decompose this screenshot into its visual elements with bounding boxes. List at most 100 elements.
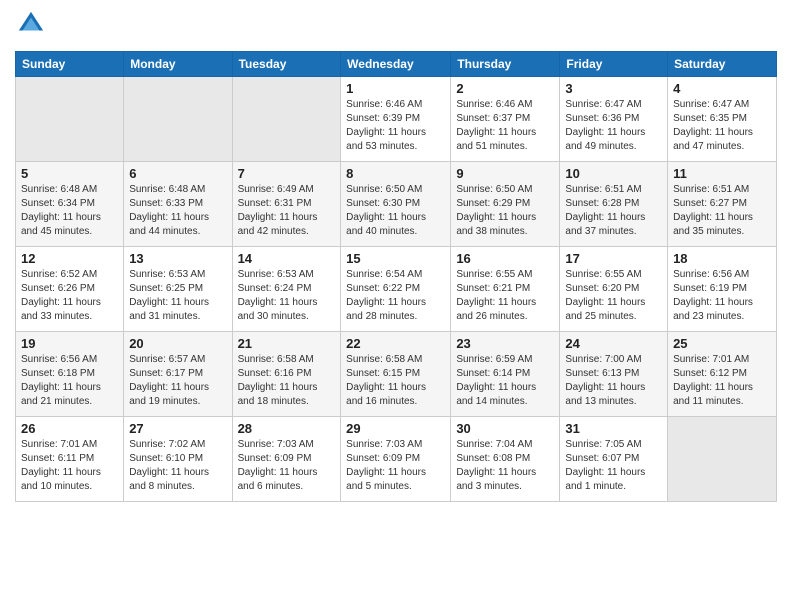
calendar-cell: 13 Sunrise: 6:53 AM Sunset: 6:25 PM Dayli…	[124, 247, 232, 332]
day-info: Sunrise: 6:56 AM Sunset: 6:18 PM Dayligh…	[21, 353, 118, 409]
calendar-cell: 2Sunrise: 6:46 AM Sunset: 6:37 PM Daylig…	[451, 77, 560, 162]
day-number: 17	[565, 251, 662, 266]
day-number: 6	[129, 166, 226, 181]
calendar-cell: 23Sunrise: 6:59 AM Sunset: 6:14 PM Dayli…	[451, 332, 560, 417]
calendar-cell: 28 Sunrise: 7:03 AM Sunset: 6:09 PM Dayli…	[232, 417, 341, 502]
calendar-cell: 19 Sunrise: 6:56 AM Sunset: 6:18 PM Dayli…	[16, 332, 124, 417]
calendar-cell: 11 Sunrise: 6:51 AM Sunset: 6:27 PM Dayli…	[668, 162, 777, 247]
logo	[15, 10, 45, 43]
day-number: 2	[456, 81, 554, 96]
day-info: Sunrise: 6:53 AM Sunset: 6:25 PM Dayligh…	[129, 268, 226, 324]
calendar-cell	[668, 417, 777, 502]
calendar-week-3: 19 Sunrise: 6:56 AM Sunset: 6:18 PM Dayli…	[16, 332, 777, 417]
day-info: Sunrise: 7:03 AM Sunset: 6:09 PM Dayligh…	[346, 438, 445, 494]
calendar-cell: 31 Sunrise: 7:05 AM Sunset: 6:07 PM Dayli…	[560, 417, 668, 502]
day-number: 5	[21, 166, 118, 181]
calendar-cell: 26 Sunrise: 7:01 AM Sunset: 6:11 PM Dayli…	[16, 417, 124, 502]
calendar-cell: 18 Sunrise: 6:56 AM Sunset: 6:19 PM Dayli…	[668, 247, 777, 332]
day-info: Sunrise: 7:03 AM Sunset: 6:09 PM Dayligh…	[238, 438, 336, 494]
day-info: Sunrise: 6:55 AM Sunset: 6:20 PM Dayligh…	[565, 268, 662, 324]
day-number: 24	[565, 336, 662, 351]
calendar-cell: 14 Sunrise: 6:53 AM Sunset: 6:24 PM Dayli…	[232, 247, 341, 332]
day-number: 23	[456, 336, 554, 351]
calendar-cell: 5 Sunrise: 6:48 AM Sunset: 6:34 PM Daylig…	[16, 162, 124, 247]
day-number: 29	[346, 421, 445, 436]
day-number: 25	[673, 336, 771, 351]
calendar-cell: 21Sunrise: 6:58 AM Sunset: 6:16 PM Dayli…	[232, 332, 341, 417]
page: SundayMondayTuesdayWednesdayThursdayFrid…	[0, 0, 792, 612]
day-info: Sunrise: 7:05 AM Sunset: 6:07 PM Dayligh…	[565, 438, 662, 494]
calendar-cell: 15Sunrise: 6:54 AM Sunset: 6:22 PM Dayli…	[341, 247, 451, 332]
day-info: Sunrise: 6:49 AM Sunset: 6:31 PM Dayligh…	[238, 183, 336, 239]
calendar-cell: 29 Sunrise: 7:03 AM Sunset: 6:09 PM Dayli…	[341, 417, 451, 502]
calendar-week-4: 26 Sunrise: 7:01 AM Sunset: 6:11 PM Dayli…	[16, 417, 777, 502]
day-number: 4	[673, 81, 771, 96]
calendar-cell: 1 Sunrise: 6:46 AM Sunset: 6:39 PM Daylig…	[341, 77, 451, 162]
day-info: Sunrise: 6:48 AM Sunset: 6:34 PM Dayligh…	[21, 183, 118, 239]
calendar-week-0: 1 Sunrise: 6:46 AM Sunset: 6:39 PM Daylig…	[16, 77, 777, 162]
calendar: SundayMondayTuesdayWednesdayThursdayFrid…	[15, 51, 777, 502]
calendar-cell: 24 Sunrise: 7:00 AM Sunset: 6:13 PM Dayli…	[560, 332, 668, 417]
day-info: Sunrise: 7:01 AM Sunset: 6:11 PM Dayligh…	[21, 438, 118, 494]
calendar-header-row: SundayMondayTuesdayWednesdayThursdayFrid…	[16, 52, 777, 77]
calendar-week-1: 5 Sunrise: 6:48 AM Sunset: 6:34 PM Daylig…	[16, 162, 777, 247]
day-number: 14	[238, 251, 336, 266]
day-number: 20	[129, 336, 226, 351]
day-info: Sunrise: 6:54 AM Sunset: 6:22 PM Dayligh…	[346, 268, 445, 324]
day-info: Sunrise: 7:02 AM Sunset: 6:10 PM Dayligh…	[129, 438, 226, 494]
day-number: 11	[673, 166, 771, 181]
calendar-cell: 16 Sunrise: 6:55 AM Sunset: 6:21 PM Dayli…	[451, 247, 560, 332]
day-info: Sunrise: 7:04 AM Sunset: 6:08 PM Dayligh…	[456, 438, 554, 494]
day-number: 22	[346, 336, 445, 351]
day-number: 26	[21, 421, 118, 436]
calendar-cell: 27 Sunrise: 7:02 AM Sunset: 6:10 PM Dayli…	[124, 417, 232, 502]
calendar-cell: 8Sunrise: 6:50 AM Sunset: 6:30 PM Daylig…	[341, 162, 451, 247]
day-info: Sunrise: 6:56 AM Sunset: 6:19 PM Dayligh…	[673, 268, 771, 324]
day-info: Sunrise: 6:47 AM Sunset: 6:35 PM Dayligh…	[673, 98, 771, 154]
day-number: 3	[565, 81, 662, 96]
day-number: 30	[456, 421, 554, 436]
day-number: 18	[673, 251, 771, 266]
day-number: 9	[456, 166, 554, 181]
calendar-cell	[124, 77, 232, 162]
day-number: 12	[21, 251, 118, 266]
calendar-cell	[16, 77, 124, 162]
day-number: 16	[456, 251, 554, 266]
day-header-sunday: Sunday	[16, 52, 124, 77]
day-info: Sunrise: 6:58 AM Sunset: 6:16 PM Dayligh…	[238, 353, 336, 409]
calendar-cell: 9 Sunrise: 6:50 AM Sunset: 6:29 PM Daylig…	[451, 162, 560, 247]
calendar-cell: 22 Sunrise: 6:58 AM Sunset: 6:15 PM Dayli…	[341, 332, 451, 417]
calendar-cell: 4 Sunrise: 6:47 AM Sunset: 6:35 PM Daylig…	[668, 77, 777, 162]
calendar-cell: 10Sunrise: 6:51 AM Sunset: 6:28 PM Dayli…	[560, 162, 668, 247]
day-header-friday: Friday	[560, 52, 668, 77]
day-info: Sunrise: 6:51 AM Sunset: 6:27 PM Dayligh…	[673, 183, 771, 239]
day-header-monday: Monday	[124, 52, 232, 77]
calendar-cell: 20 Sunrise: 6:57 AM Sunset: 6:17 PM Dayli…	[124, 332, 232, 417]
day-number: 7	[238, 166, 336, 181]
calendar-cell: 3Sunrise: 6:47 AM Sunset: 6:36 PM Daylig…	[560, 77, 668, 162]
calendar-week-2: 12 Sunrise: 6:52 AM Sunset: 6:26 PM Dayli…	[16, 247, 777, 332]
day-info: Sunrise: 6:46 AM Sunset: 6:39 PM Dayligh…	[346, 98, 445, 154]
calendar-cell: 12 Sunrise: 6:52 AM Sunset: 6:26 PM Dayli…	[16, 247, 124, 332]
day-info: Sunrise: 6:58 AM Sunset: 6:15 PM Dayligh…	[346, 353, 445, 409]
calendar-body: 1 Sunrise: 6:46 AM Sunset: 6:39 PM Daylig…	[16, 77, 777, 502]
day-number: 27	[129, 421, 226, 436]
day-number: 1	[346, 81, 445, 96]
day-number: 28	[238, 421, 336, 436]
day-header-tuesday: Tuesday	[232, 52, 341, 77]
day-info: Sunrise: 6:50 AM Sunset: 6:29 PM Dayligh…	[456, 183, 554, 239]
day-number: 8	[346, 166, 445, 181]
day-info: Sunrise: 6:53 AM Sunset: 6:24 PM Dayligh…	[238, 268, 336, 324]
day-info: Sunrise: 7:00 AM Sunset: 6:13 PM Dayligh…	[565, 353, 662, 409]
day-info: Sunrise: 6:48 AM Sunset: 6:33 PM Dayligh…	[129, 183, 226, 239]
day-info: Sunrise: 6:51 AM Sunset: 6:28 PM Dayligh…	[565, 183, 662, 239]
day-number: 13	[129, 251, 226, 266]
day-header-saturday: Saturday	[668, 52, 777, 77]
day-info: Sunrise: 6:57 AM Sunset: 6:17 PM Dayligh…	[129, 353, 226, 409]
day-number: 31	[565, 421, 662, 436]
day-info: Sunrise: 6:55 AM Sunset: 6:21 PM Dayligh…	[456, 268, 554, 324]
day-info: Sunrise: 6:52 AM Sunset: 6:26 PM Dayligh…	[21, 268, 118, 324]
day-number: 19	[21, 336, 118, 351]
day-header-thursday: Thursday	[451, 52, 560, 77]
header	[15, 10, 777, 43]
